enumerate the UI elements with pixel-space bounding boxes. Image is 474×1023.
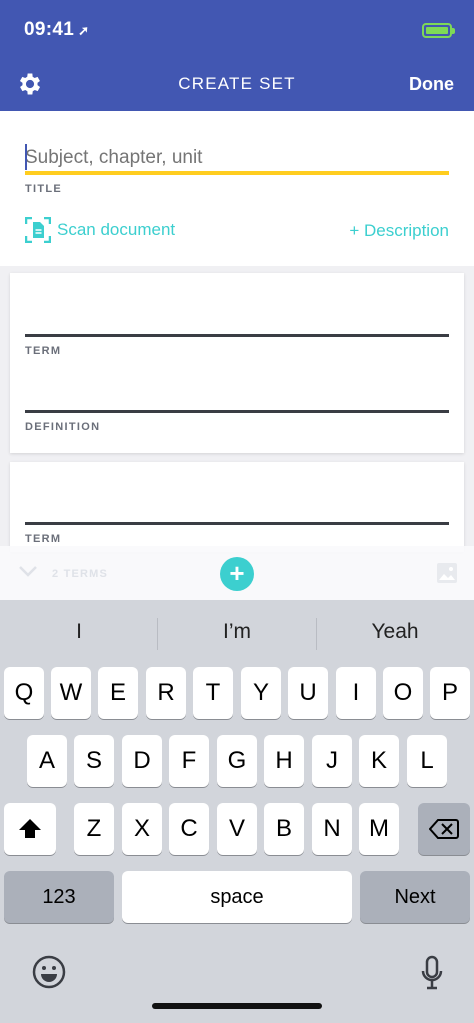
page-title: CREATE SET (178, 74, 296, 93)
key-k[interactable]: K (359, 735, 399, 787)
keyboard-accessory-bar: 2 TERMS + (0, 546, 474, 600)
scan-document-button[interactable]: Scan document (25, 217, 175, 243)
title-label: TITLE (25, 183, 63, 195)
key-a[interactable]: A (27, 735, 67, 787)
chevron-down-icon[interactable] (18, 564, 38, 578)
predictive-bar: I I’m Yeah (0, 600, 474, 668)
keyboard: I I’m Yeah Q W E R T Y U I O P A S D F G… (0, 600, 474, 1023)
key-f[interactable]: F (169, 735, 209, 787)
numbers-key[interactable]: 123 (4, 871, 114, 923)
terms-count: 2 TERMS (52, 568, 109, 580)
key-w[interactable]: W (51, 667, 91, 719)
home-indicator[interactable] (152, 1003, 322, 1009)
backspace-icon (428, 819, 459, 839)
done-button[interactable]: Done (409, 74, 454, 95)
key-v[interactable]: V (217, 803, 257, 855)
emoji-icon[interactable] (32, 955, 66, 989)
term-label: TERM (25, 533, 62, 545)
suggestion-1[interactable]: I (0, 620, 158, 644)
key-m[interactable]: M (359, 803, 399, 855)
key-g[interactable]: G (217, 735, 257, 787)
key-c[interactable]: C (169, 803, 209, 855)
key-o[interactable]: O (383, 667, 423, 719)
status-time: 09:41 ➚ (24, 19, 89, 41)
key-u[interactable]: U (288, 667, 328, 719)
battery-icon (422, 22, 455, 38)
key-d[interactable]: D (122, 735, 162, 787)
key-l[interactable]: L (407, 735, 447, 787)
key-j[interactable]: J (312, 735, 352, 787)
location-icon: ➚ (78, 23, 90, 38)
key-y[interactable]: Y (241, 667, 281, 719)
microphone-icon[interactable] (420, 955, 444, 991)
scan-document-icon (25, 217, 51, 243)
key-p[interactable]: P (430, 667, 470, 719)
add-description-button[interactable]: + Description (349, 221, 449, 241)
key-x[interactable]: X (122, 803, 162, 855)
space-key[interactable]: space (122, 871, 352, 923)
key-e[interactable]: E (98, 667, 138, 719)
shift-key[interactable] (4, 803, 56, 855)
key-s[interactable]: S (74, 735, 114, 787)
term-card: TERM DEFINITION (10, 273, 464, 453)
shift-icon (19, 819, 41, 838)
key-i[interactable]: I (336, 667, 376, 719)
app-header: 09:41 ➚ CREATE SET Done (0, 0, 474, 111)
status-bar: 09:41 ➚ (24, 16, 455, 44)
text-caret (25, 144, 27, 170)
key-t[interactable]: T (193, 667, 233, 719)
title-underline (25, 171, 449, 175)
term-input[interactable] (25, 522, 449, 525)
nav-bar: CREATE SET Done (0, 62, 474, 106)
key-z[interactable]: Z (74, 803, 114, 855)
title-section: TITLE Scan document + Description (0, 111, 474, 266)
term-card: TERM (10, 462, 464, 552)
next-key[interactable]: Next (360, 871, 470, 923)
key-r[interactable]: R (146, 667, 186, 719)
key-q[interactable]: Q (4, 667, 44, 719)
term-input[interactable] (25, 334, 449, 337)
scan-document-label: Scan document (57, 220, 176, 239)
key-h[interactable]: H (264, 735, 304, 787)
key-b[interactable]: B (264, 803, 304, 855)
backspace-key[interactable] (418, 803, 470, 855)
definition-input[interactable] (25, 410, 449, 413)
suggestion-2[interactable]: I’m (158, 620, 316, 644)
add-term-button[interactable]: + (220, 557, 254, 591)
suggestion-3[interactable]: Yeah (316, 620, 474, 644)
clock: 09:41 (24, 19, 75, 40)
key-n[interactable]: N (312, 803, 352, 855)
definition-label: DEFINITION (25, 421, 101, 433)
term-label: TERM (25, 345, 62, 357)
image-icon[interactable] (436, 562, 458, 584)
title-input[interactable] (25, 143, 449, 173)
